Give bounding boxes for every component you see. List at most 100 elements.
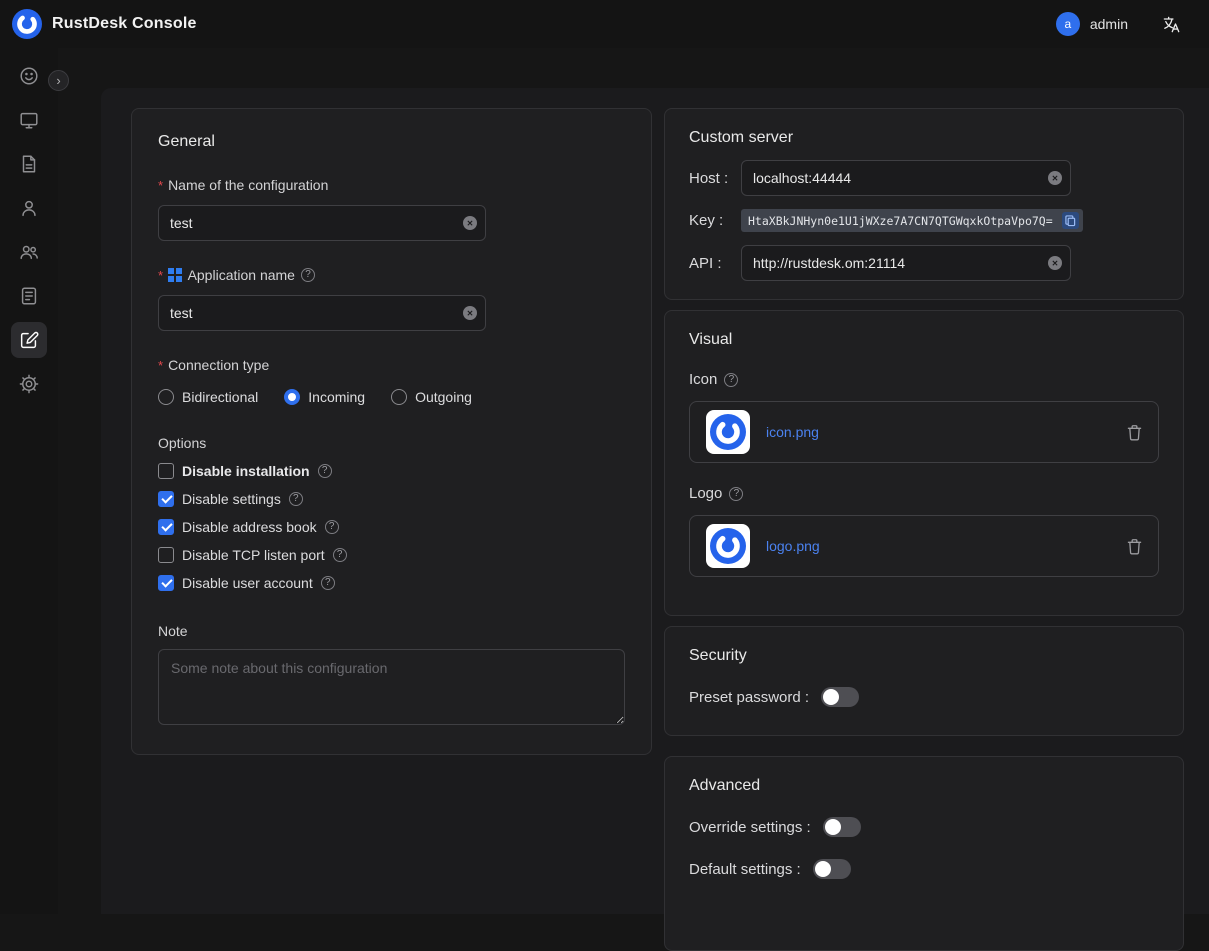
config-name-label-row: * Name of the configuration: [158, 177, 625, 193]
icon-file-link[interactable]: icon.png: [766, 424, 819, 440]
key-row: Key : HtaXBkJNHyn0e1U1jWXze7A7CN7QTGWqxk…: [689, 209, 1159, 232]
sidebar-item-audit-log[interactable]: [11, 278, 47, 314]
checkbox-label: Disable user account: [182, 575, 313, 591]
checkbox-label: Disable TCP listen port: [182, 547, 325, 563]
default-settings-row: Default settings :: [689, 859, 1159, 879]
icon-file-box: icon.png: [689, 401, 1159, 463]
preset-password-label: Preset password :: [689, 689, 809, 706]
trash-icon[interactable]: [1127, 424, 1142, 441]
api-row: API : ✕: [689, 245, 1159, 281]
sidebar-item-devices[interactable]: [11, 102, 47, 138]
note-textarea[interactable]: [158, 649, 625, 725]
host-input[interactable]: [741, 160, 1071, 196]
checkbox[interactable]: [158, 519, 174, 535]
logo-label-row: Logo ?: [689, 485, 1159, 502]
trash-icon[interactable]: [1127, 538, 1142, 555]
logo-file-box: logo.png: [689, 515, 1159, 577]
preset-password-toggle[interactable]: [821, 687, 859, 707]
checkbox[interactable]: [158, 491, 174, 507]
radio-label: Incoming: [308, 389, 365, 405]
key-value-chip: HtaXBkJNHyn0e1U1jWXze7A7CN7QTGWqxkOtpaVp…: [741, 209, 1083, 232]
config-name-field-wrap: ✕: [158, 205, 486, 241]
help-icon[interactable]: ?: [724, 373, 738, 387]
checkbox[interactable]: [158, 463, 174, 479]
sidebar-item-users[interactable]: [11, 190, 47, 226]
required-asterisk: *: [158, 358, 163, 373]
username[interactable]: admin: [1090, 16, 1128, 32]
checkbox-label: Disable settings: [182, 491, 281, 507]
help-icon[interactable]: ?: [289, 492, 303, 506]
sidebar-item-documents[interactable]: [11, 146, 47, 182]
windows-icon: [168, 268, 182, 282]
radio-incoming[interactable]: Incoming: [284, 389, 365, 405]
host-label: Host :: [689, 170, 741, 187]
checkbox[interactable]: [158, 575, 174, 591]
edit-icon: [18, 329, 40, 351]
radio-outgoing[interactable]: Outgoing: [391, 389, 472, 405]
monitor-icon: [18, 109, 40, 131]
toggle-knob: [815, 861, 831, 877]
clear-icon[interactable]: ✕: [463, 216, 477, 230]
logo-thumbnail: [706, 524, 750, 568]
key-value: HtaXBkJNHyn0e1U1jWXze7A7CN7QTGWqxkOtpaVp…: [748, 214, 1058, 228]
copy-icon[interactable]: [1062, 212, 1079, 229]
radio-label: Outgoing: [415, 389, 472, 405]
config-name-label: Name of the configuration: [168, 177, 328, 193]
visual-title: Visual: [689, 331, 1159, 349]
config-name-input[interactable]: [158, 205, 486, 241]
radio-label: Bidirectional: [182, 389, 258, 405]
checkbox[interactable]: [158, 547, 174, 563]
host-field-wrap: ✕: [741, 160, 1071, 196]
sidebar-item-settings[interactable]: [11, 366, 47, 402]
sidebar-expand-button[interactable]: ›: [48, 70, 69, 91]
option-disable-tcp-listen-port: Disable TCP listen port ?: [158, 547, 625, 563]
default-settings-toggle[interactable]: [813, 859, 851, 879]
logo-file-link[interactable]: logo.png: [766, 538, 820, 554]
general-card: General * Name of the configuration ✕ * …: [131, 108, 652, 755]
icon-label: Icon: [689, 371, 717, 388]
help-icon[interactable]: ?: [318, 464, 332, 478]
app-name-input[interactable]: [158, 295, 486, 331]
user-icon: [18, 197, 40, 219]
radio-dot: [284, 389, 300, 405]
avatar[interactable]: a: [1056, 12, 1080, 36]
preset-password-row: Preset password :: [689, 687, 1159, 707]
rustdesk-logo-icon: [12, 9, 42, 39]
api-input[interactable]: [741, 245, 1071, 281]
translate-icon[interactable]: [1162, 15, 1181, 34]
note-label: Note: [158, 623, 625, 639]
option-disable-installation: Disable installation ?: [158, 463, 625, 479]
sidebar-item-dashboard[interactable]: [11, 58, 47, 94]
custom-server-card: Custom server Host : ✕ Key : HtaXBkJNHyn…: [664, 108, 1184, 300]
chevron-right-icon: ›: [56, 74, 60, 87]
host-row: Host : ✕: [689, 160, 1159, 196]
app-name-label-row: * Application name ?: [158, 267, 625, 283]
connection-type-group: Bidirectional Incoming Outgoing: [158, 389, 625, 405]
help-icon[interactable]: ?: [321, 576, 335, 590]
sidebar-item-custom-client[interactable]: [11, 322, 47, 358]
security-title: Security: [689, 647, 1159, 665]
users-icon: [18, 241, 40, 263]
toggle-knob: [823, 689, 839, 705]
clear-icon[interactable]: ✕: [1048, 171, 1062, 185]
help-icon[interactable]: ?: [325, 520, 339, 534]
general-title: General: [158, 133, 625, 151]
toggle-knob: [825, 819, 841, 835]
document-icon: [18, 153, 40, 175]
gear-icon: [18, 373, 40, 395]
sidebar-item-groups[interactable]: [11, 234, 47, 270]
api-field-wrap: ✕: [741, 245, 1071, 281]
radio-bidirectional[interactable]: Bidirectional: [158, 389, 258, 405]
override-settings-label: Override settings :: [689, 819, 811, 836]
help-icon[interactable]: ?: [301, 268, 315, 282]
connection-type-label-row: * Connection type: [158, 357, 625, 373]
icon-label-row: Icon ?: [689, 371, 1159, 388]
override-settings-toggle[interactable]: [823, 817, 861, 837]
right-column: Custom server Host : ✕ Key : HtaXBkJNHyn…: [664, 108, 1184, 951]
radio-dot: [391, 389, 407, 405]
clear-icon[interactable]: ✕: [463, 306, 477, 320]
help-icon[interactable]: ?: [333, 548, 347, 562]
help-icon[interactable]: ?: [729, 487, 743, 501]
smile-icon: [18, 65, 40, 87]
clear-icon[interactable]: ✕: [1048, 256, 1062, 270]
